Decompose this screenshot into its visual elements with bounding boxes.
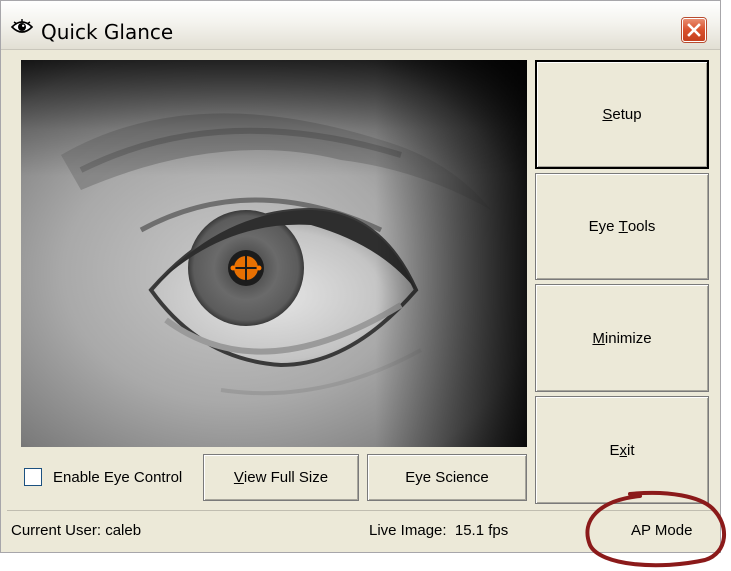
annotation-ellipse	[585, 490, 727, 568]
